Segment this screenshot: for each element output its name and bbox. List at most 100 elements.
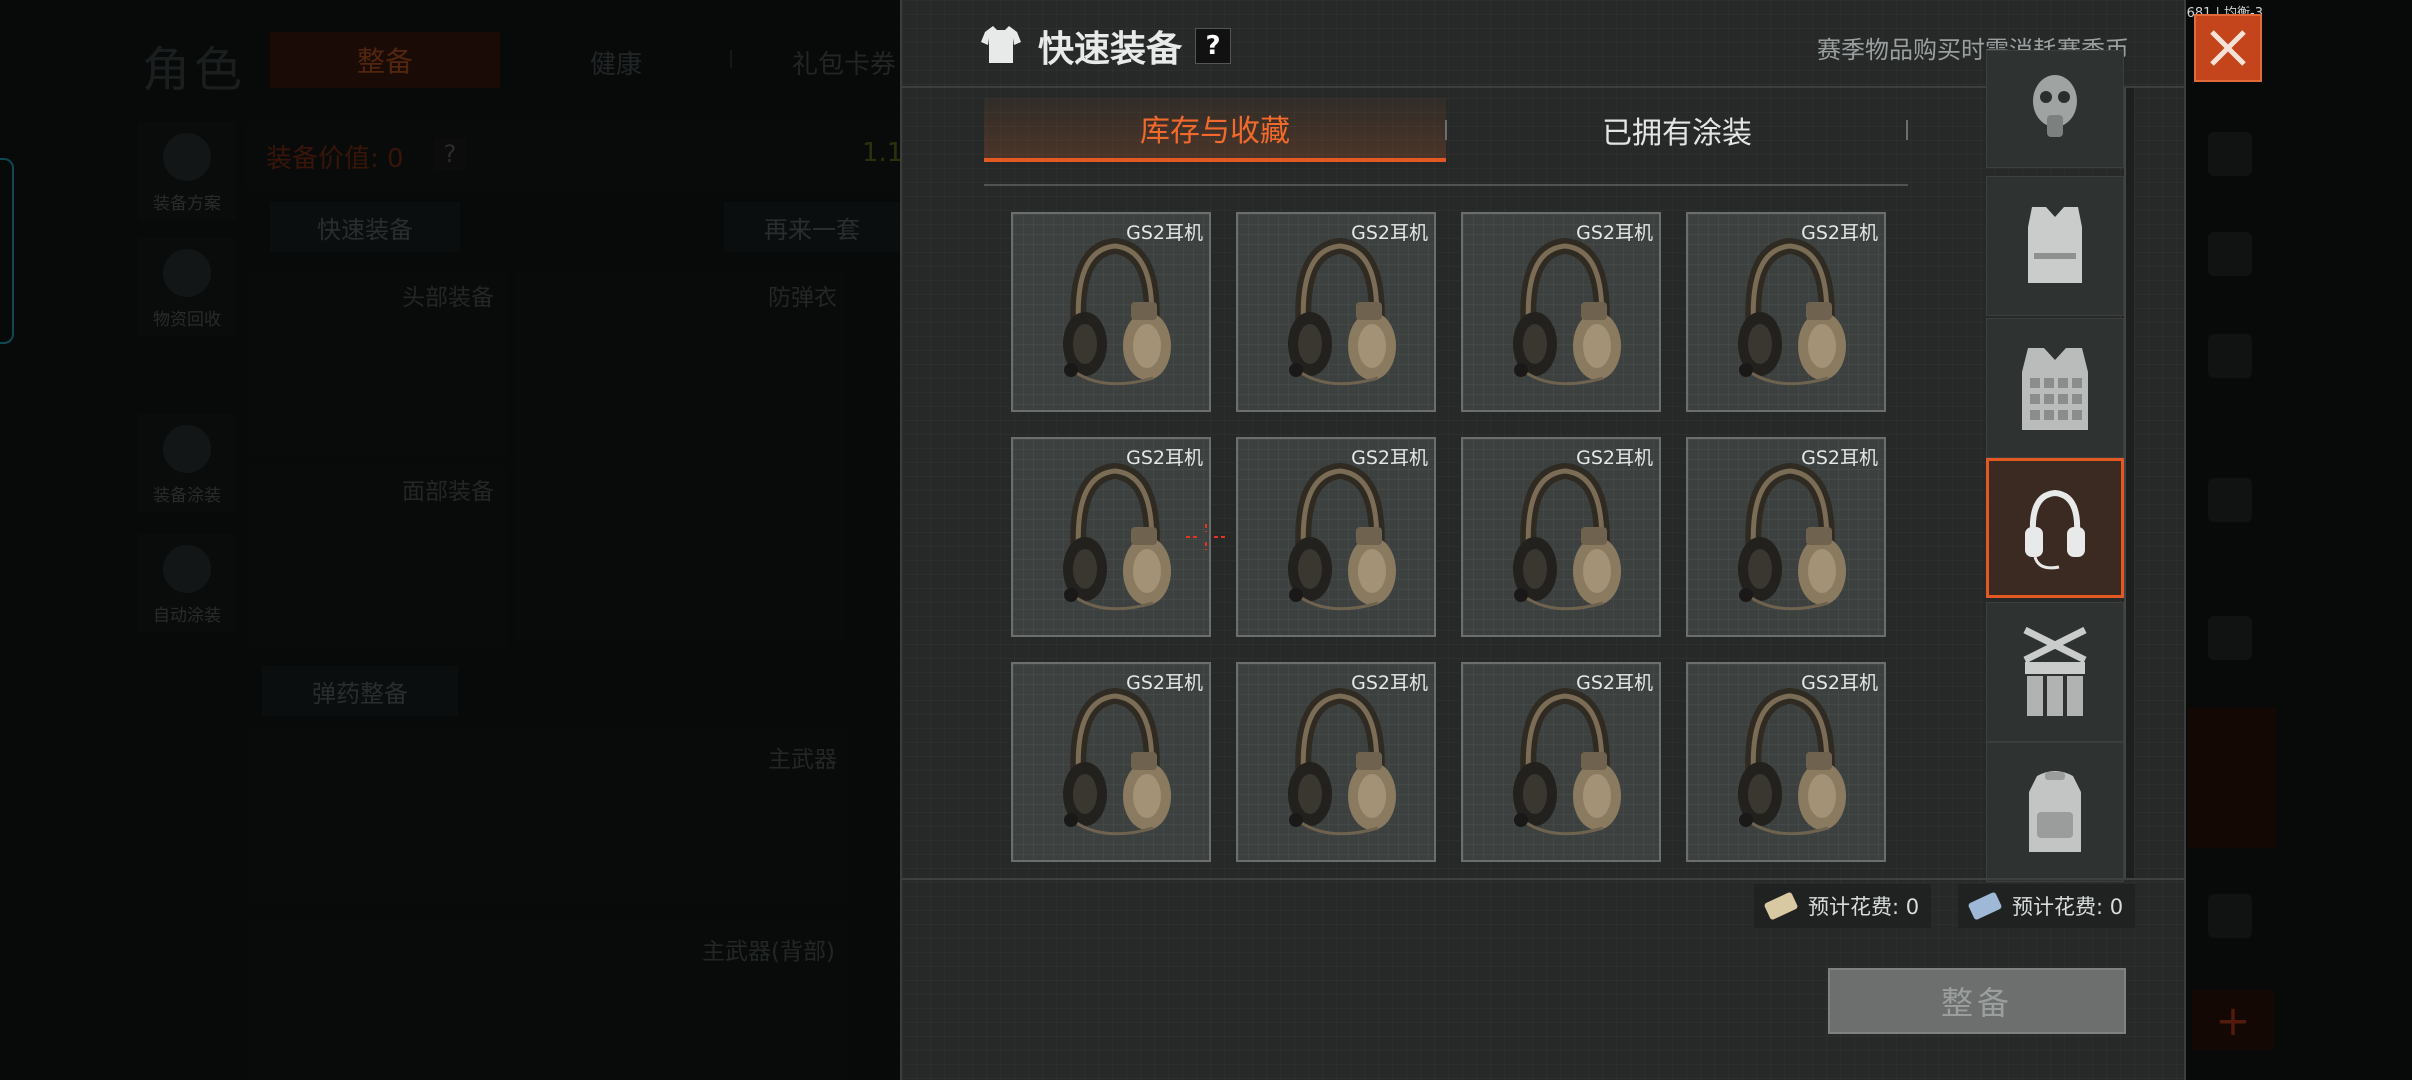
tab-owned-skins[interactable]: 已拥有涂装	[1446, 98, 1908, 162]
category-backpack[interactable]	[1986, 742, 2124, 882]
grenade-icon[interactable]	[2208, 334, 2252, 378]
item-slot[interactable]: GS2耳机	[1686, 662, 1886, 862]
headset-item-icon	[1288, 237, 1396, 386]
wrench-icon[interactable]	[2208, 616, 2252, 660]
belt-pouch-icon	[2023, 626, 2087, 716]
item-label: GS2耳机	[1126, 672, 1203, 694]
equipment-value: 装备价值: 0	[266, 144, 404, 174]
headset-item-icon	[1513, 687, 1621, 836]
item-slot[interactable]: GS2耳机	[1461, 662, 1661, 862]
body-armor-icon	[2028, 207, 2082, 283]
headset-item-icon	[1063, 237, 1171, 386]
category-body-armor[interactable]	[1986, 176, 2124, 316]
recycle-label: 物资回收	[153, 310, 221, 330]
headset-item-icon	[1063, 462, 1171, 611]
footer-divider	[902, 878, 2184, 880]
headset-item-icon	[1288, 462, 1396, 611]
item-slot[interactable]: GS2耳机	[1236, 662, 1436, 862]
chest-rig-icon	[2022, 348, 2088, 430]
tab-gift-cards[interactable]: 礼包卡券	[792, 44, 896, 81]
category-chest-rig[interactable]	[1986, 318, 2124, 458]
retry-button[interactable]: 再来一套	[724, 202, 900, 252]
tab-divider	[1445, 120, 1447, 140]
ticket-icon	[1763, 891, 1799, 921]
headset-item-icon	[1738, 687, 1846, 836]
auto-skin-label: 自动涂装	[153, 606, 221, 626]
slot-head-label: 头部装备	[402, 285, 494, 311]
crate-icon[interactable]	[2208, 894, 2252, 938]
item-slot[interactable]: GS2耳机	[1236, 212, 1436, 412]
item-label: GS2耳机	[1801, 672, 1878, 694]
home-icon[interactable]	[2208, 232, 2252, 276]
headset-icon	[2025, 489, 2085, 570]
item-slot[interactable]: GS2耳机	[1011, 662, 1211, 862]
recycle-icon	[163, 249, 211, 297]
slot-primary-back-label: 主武器(背部)	[702, 939, 835, 965]
equip-button[interactable]: 整备	[1828, 968, 2126, 1034]
headset-item-icon	[1513, 462, 1621, 611]
slot-armor[interactable]	[514, 272, 844, 642]
headset-item-icon	[1738, 462, 1846, 611]
category-list	[1986, 50, 2126, 882]
equipment-value-help[interactable]: ?	[434, 138, 466, 170]
item-slot[interactable]: GS2耳机	[1461, 212, 1661, 412]
category-belt[interactable]	[1986, 602, 2124, 742]
page-title: 角色	[142, 42, 247, 98]
item-label: GS2耳机	[1126, 447, 1203, 469]
tabs-underline	[984, 184, 1908, 186]
loadout-plan-button[interactable]: 装备方案	[138, 122, 236, 220]
slot-primary-label: 主武器	[768, 747, 837, 773]
cost-display-1: 预计花费: 0	[1754, 884, 1932, 928]
slot-face-label: 面部装备	[402, 479, 494, 505]
category-scrollbar[interactable]	[2124, 88, 2134, 878]
item-label: GS2耳机	[1576, 672, 1653, 694]
season-ticket-icon	[1967, 891, 2003, 921]
item-label: GS2耳机	[1351, 222, 1428, 244]
brush-icon	[163, 545, 211, 593]
box-icon[interactable]	[2208, 478, 2252, 522]
item-label: GS2耳机	[1576, 447, 1653, 469]
item-slot[interactable]: GS2耳机	[1686, 212, 1886, 412]
recycle-button[interactable]: 物资回收	[138, 238, 236, 336]
tab-prepare[interactable]: 整备	[270, 32, 500, 88]
stack-icon[interactable]	[2208, 132, 2252, 176]
item-slot[interactable]: GS2耳机	[1236, 437, 1436, 637]
item-slot[interactable]: GS2耳机	[1461, 437, 1661, 637]
equipment-skin-button[interactable]: 装备涂装	[138, 414, 236, 512]
ticket-shortcut[interactable]	[2188, 708, 2276, 848]
item-label: GS2耳机	[1576, 222, 1653, 244]
tab-divider-end	[1906, 120, 1908, 140]
item-slot[interactable]: GS2耳机	[1011, 437, 1211, 637]
item-label: GS2耳机	[1351, 447, 1428, 469]
tab-health[interactable]: 健康	[590, 44, 642, 81]
skin-icon	[163, 425, 211, 473]
category-headset[interactable]	[1986, 458, 2124, 598]
cost-label-2: 预计花费: 0	[2012, 895, 2124, 919]
add-button[interactable]: +	[2192, 990, 2274, 1050]
item-slot[interactable]: GS2耳机	[1011, 212, 1211, 412]
close-button[interactable]	[2194, 14, 2262, 82]
item-label: GS2耳机	[1801, 447, 1878, 469]
cost-display-2: 预计花费: 0	[1958, 884, 2136, 928]
backpack-icon	[2029, 771, 2081, 852]
auto-skin-button[interactable]: 自动涂装	[138, 534, 236, 632]
category-gas-mask[interactable]	[1986, 50, 2124, 168]
equipment-skin-label: 装备涂装	[153, 486, 221, 506]
shirt-icon	[981, 26, 1021, 63]
headset-item-icon	[1738, 237, 1846, 386]
equipment-value-right: 1.1	[862, 138, 904, 168]
headset-item-icon	[1513, 237, 1621, 386]
tab-inventory[interactable]: 库存与收藏	[984, 98, 1446, 162]
headset-item-icon	[1063, 687, 1171, 836]
help-button[interactable]: ?	[1195, 28, 1231, 64]
gas-mask-icon	[2033, 75, 2077, 137]
ammo-prepare-button[interactable]: 弹药整备	[262, 666, 458, 716]
headset-item-icon	[1288, 687, 1396, 836]
quick-equip-button-bg[interactable]: 快速装备	[270, 202, 460, 252]
item-slot[interactable]: GS2耳机	[1686, 437, 1886, 637]
loadout-plan-label: 装备方案	[153, 194, 221, 214]
slot-primary[interactable]	[248, 730, 848, 906]
crosshair-icon	[1186, 524, 1226, 550]
left-edge-indicator	[0, 158, 14, 344]
item-label: GS2耳机	[1351, 672, 1428, 694]
